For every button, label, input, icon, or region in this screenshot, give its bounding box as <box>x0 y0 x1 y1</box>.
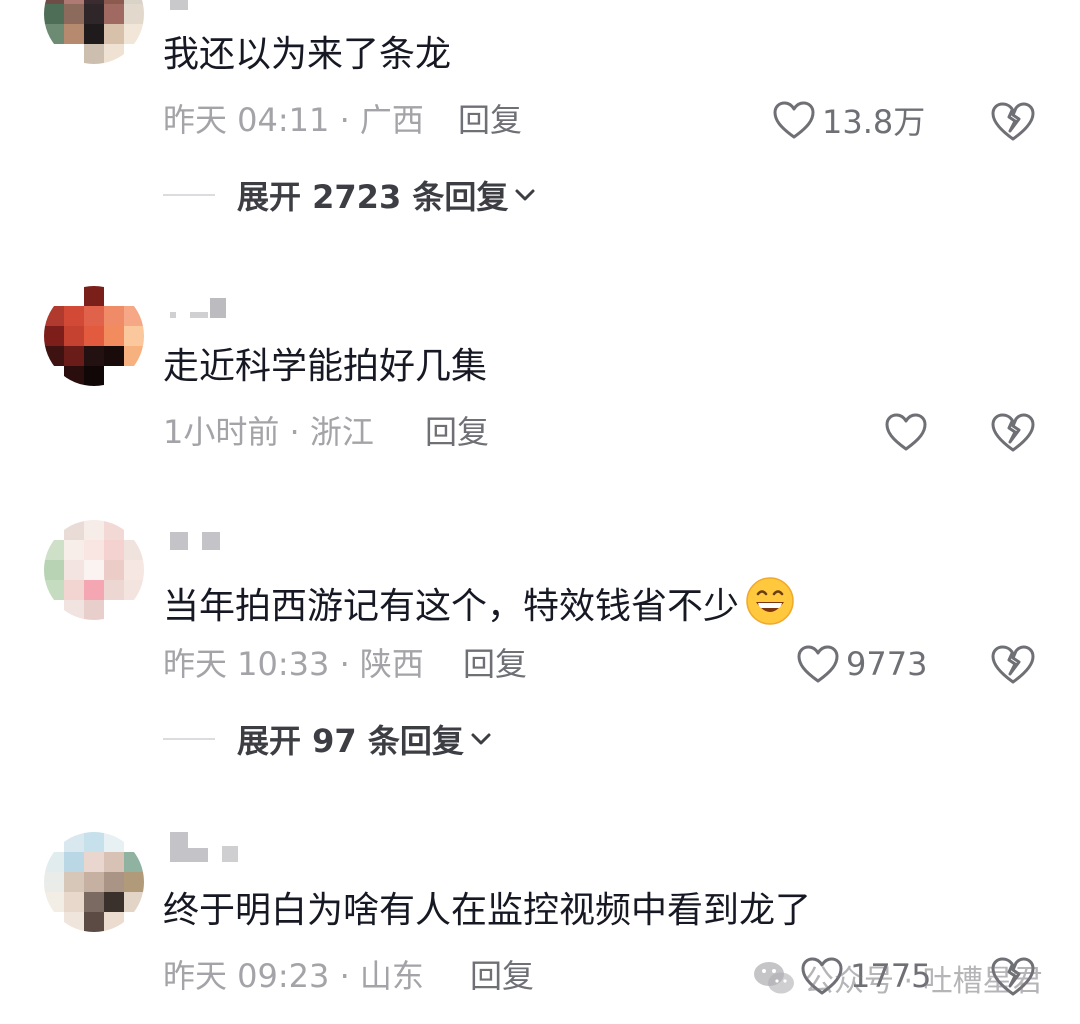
grinning-face-emoji <box>746 577 794 625</box>
watermark-text: 公众号 · 吐槽星君 <box>804 964 1043 999</box>
username-redacted <box>170 832 252 862</box>
heart-outline-icon <box>885 413 927 451</box>
reply-button[interactable]: 回复 <box>458 100 522 140</box>
comment-text: 走近科学能拍好几集 <box>163 346 488 387</box>
like-button[interactable] <box>884 410 934 454</box>
chevron-down-icon <box>515 189 535 201</box>
reply-button[interactable]: 回复 <box>463 644 527 684</box>
expand-replies-button[interactable]: 展开 97 条回复 <box>163 716 492 762</box>
chevron-down-icon <box>471 733 491 745</box>
broken-heart-icon[interactable] <box>990 643 1036 685</box>
like-count: 9773 <box>846 645 928 683</box>
divider-line <box>163 738 215 740</box>
reply-button[interactable]: 回复 <box>425 412 489 452</box>
broken-heart-icon[interactable] <box>990 411 1036 453</box>
expand-replies-button[interactable]: 展开 2723 条回复 <box>163 172 536 218</box>
expand-label: 展开 2723 条回复 <box>237 178 509 216</box>
comment-text: 终于明白为啥有人在监控视频中看到龙了 <box>163 890 812 931</box>
reply-button[interactable]: 回复 <box>470 956 534 996</box>
divider-line <box>163 194 215 196</box>
comment-text-content: 当年拍西游记有这个，特效钱省不少 <box>163 586 740 627</box>
comment-text: 当年拍西游记有这个，特效钱省不少 <box>163 576 795 630</box>
like-count: 13.8万 <box>822 103 926 141</box>
comment-meta: 1小时前 · 浙江 <box>163 413 374 451</box>
comment-meta: 昨天 04:11 · 广西 <box>163 101 424 139</box>
avatar[interactable] <box>44 0 144 64</box>
like-button[interactable]: 13.8万 <box>772 98 925 142</box>
watermark: 公众号 · 吐槽星君 <box>752 956 1043 1000</box>
comment-meta: 昨天 09:23 · 山东 <box>163 957 424 995</box>
username-redacted <box>170 532 234 552</box>
comment-text: 我还以为来了条龙 <box>163 34 452 75</box>
broken-heart-icon[interactable] <box>990 100 1036 142</box>
username-redacted <box>170 0 202 20</box>
avatar[interactable] <box>44 832 144 932</box>
wechat-icon <box>754 962 794 994</box>
expand-label: 展开 97 条回复 <box>237 722 464 760</box>
heart-outline-icon <box>773 101 815 139</box>
comment-meta: 昨天 10:33 · 陕西 <box>163 645 424 683</box>
username-redacted <box>170 298 240 318</box>
heart-outline-icon <box>797 645 839 683</box>
avatar[interactable] <box>44 520 144 620</box>
like-button[interactable]: 9773 <box>796 642 927 686</box>
avatar[interactable] <box>44 286 144 386</box>
